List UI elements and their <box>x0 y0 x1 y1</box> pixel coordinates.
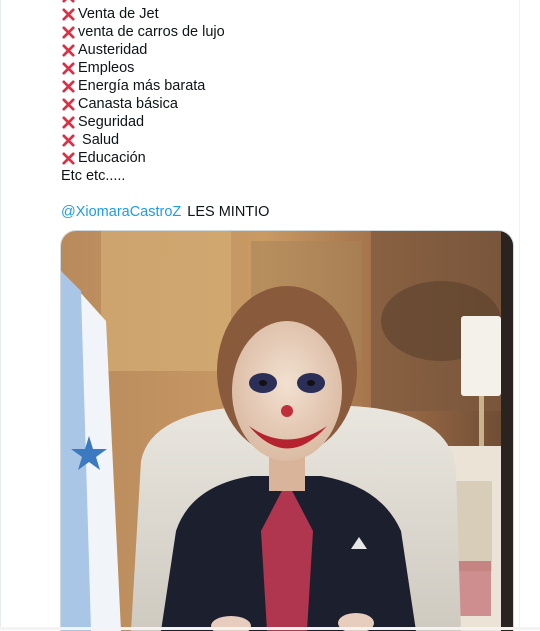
mention-trailing-text: LES MINTIO <box>187 204 270 220</box>
timeline-right-border <box>519 0 520 630</box>
photo-illustration <box>61 231 513 631</box>
list-item-text: venta de carros de lujo <box>78 24 225 40</box>
list-item: Canasta básica <box>61 95 511 113</box>
etc-line: Etc etc..... <box>61 167 511 185</box>
cross-mark-icon <box>61 149 78 167</box>
mention-link[interactable]: @XiomaraCastroZ <box>61 203 181 221</box>
cross-mark-icon <box>61 113 78 131</box>
tweet-photo[interactable] <box>60 230 514 631</box>
list-item-text: Energía más barata <box>78 78 206 94</box>
tweet-text: Venta de Jet venta de carros de lujo Aus… <box>61 0 511 221</box>
cross-mark-icon <box>61 23 78 41</box>
list-item: Austeridad <box>61 41 511 59</box>
list-item: Salud <box>61 131 511 149</box>
timeline-left-border <box>0 0 1 630</box>
cross-mark-icon <box>61 131 78 149</box>
cross-mark-icon <box>61 59 78 77</box>
cross-mark-icon <box>61 77 78 95</box>
list-item-text: Salud <box>78 132 120 148</box>
list-item-text: Empleos <box>78 60 135 76</box>
cross-mark-icon <box>61 41 78 59</box>
list-item: Energía más barata <box>61 77 511 95</box>
cross-mark-icon <box>61 95 78 113</box>
list-item-text: Canasta básica <box>78 96 178 112</box>
list-item: Seguridad <box>61 113 511 131</box>
cross-mark-icon <box>61 5 78 23</box>
list-item: venta de carros de lujo <box>61 23 511 41</box>
mention-line: @XiomaraCastroZ LES MINTIO <box>61 203 511 221</box>
list-item: Empleos <box>61 59 511 77</box>
list-item-text: Austeridad <box>78 42 148 58</box>
list-item-text: Venta de Jet <box>78 6 159 22</box>
list-item-text: Educación <box>78 150 146 166</box>
etc-text: Etc etc..... <box>61 168 126 184</box>
list-item: Educación <box>61 149 511 167</box>
list-item: Venta de Jet <box>61 5 511 23</box>
list-item-text: Seguridad <box>78 114 145 130</box>
